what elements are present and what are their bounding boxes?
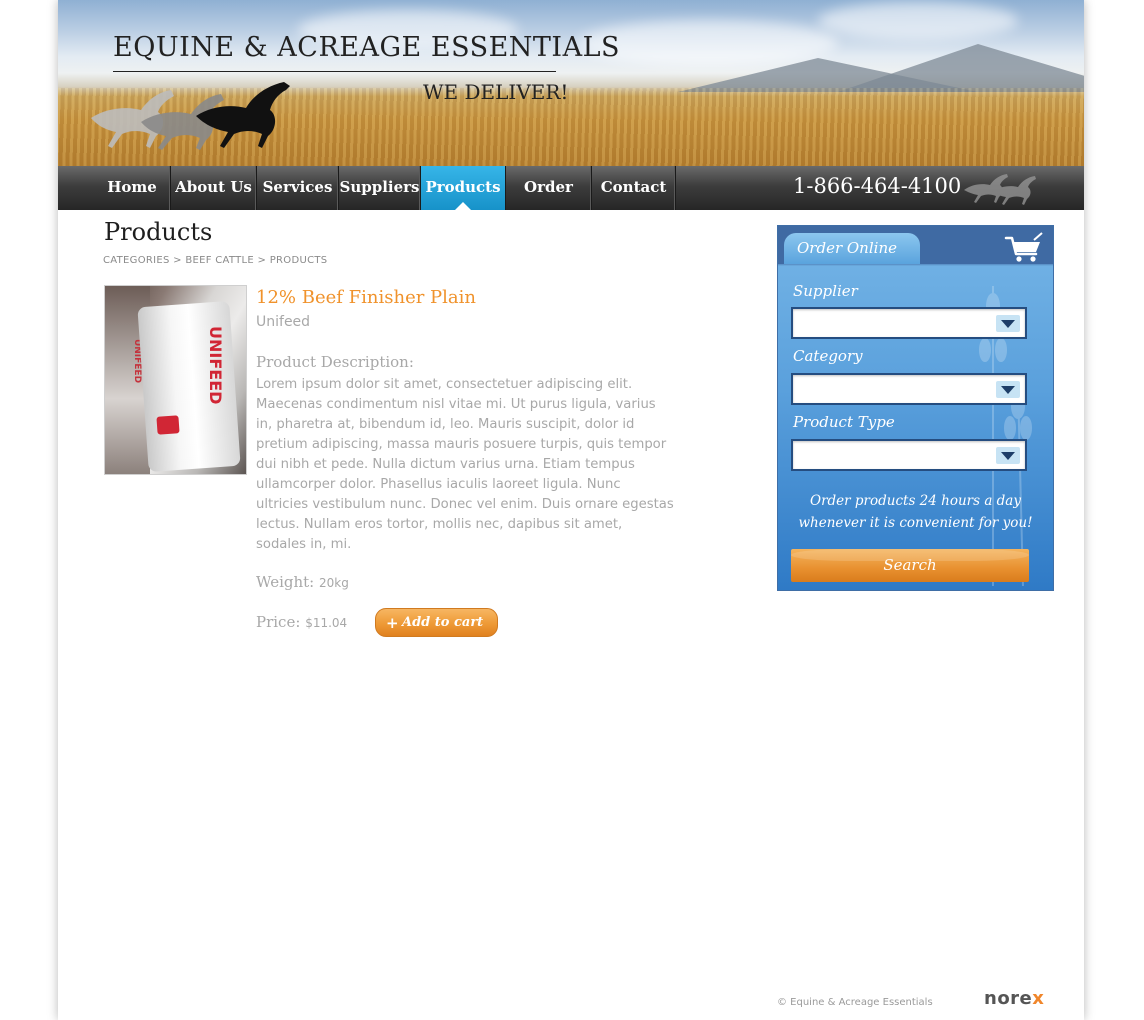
- dropdown-arrow-icon: [996, 381, 1020, 398]
- price-row: Price: $11.04: [256, 613, 347, 631]
- search-button[interactable]: Search: [791, 549, 1029, 582]
- copyright-text: © Equine & Acreage Essentials: [777, 997, 933, 1008]
- add-to-cart-button[interactable]: + Add to cart: [375, 608, 498, 637]
- norex-credit-logo[interactable]: norex: [984, 988, 1044, 1009]
- dropdown-arrow-icon: [996, 315, 1020, 332]
- nav-contact[interactable]: Contact: [592, 166, 676, 210]
- nav-horses-icon: [964, 174, 1036, 205]
- breadcrumb-separator: >: [173, 255, 182, 266]
- product-name: 12% Beef Finisher Plain: [256, 287, 476, 308]
- breadcrumb-separator: >: [257, 255, 267, 266]
- site-title: EQUINE & ACREAGE ESSENTIALS: [113, 32, 621, 63]
- weight-row: Weight: 20kg: [256, 573, 349, 591]
- credit-x: x: [1032, 988, 1045, 1009]
- plus-icon: +: [386, 614, 399, 632]
- product-brand: Unifeed: [256, 314, 311, 330]
- product-type-select[interactable]: [791, 439, 1027, 471]
- logo-divider: [113, 71, 556, 72]
- nav-suppliers[interactable]: Suppliers: [339, 166, 421, 210]
- nav-about-us[interactable]: About Us: [171, 166, 257, 210]
- page-title: Products: [104, 218, 213, 246]
- dropdown-arrow-icon: [996, 447, 1020, 464]
- site-tagline: WE DELIVER!: [423, 80, 569, 104]
- breadcrumb-products: PRODUCTS: [269, 255, 328, 266]
- description-label: Product Description:: [256, 353, 414, 371]
- nav-home[interactable]: Home: [94, 166, 171, 210]
- breadcrumb-categories[interactable]: CATEGORIES: [103, 255, 170, 266]
- bag-brand-text: UNIFEED: [206, 326, 225, 405]
- category-label: Category: [793, 347, 863, 365]
- supplier-select[interactable]: [791, 307, 1027, 339]
- category-select[interactable]: [791, 373, 1027, 405]
- price-label: Price:: [256, 613, 301, 631]
- nav-services[interactable]: Services: [257, 166, 339, 210]
- running-horses-logo-icon: [91, 82, 290, 150]
- order-panel-title: Order Online: [797, 239, 897, 257]
- product-type-label: Product Type: [793, 413, 895, 431]
- weight-value: 20kg: [319, 576, 349, 590]
- shopping-cart-icon[interactable]: [1004, 232, 1044, 264]
- nav-order[interactable]: Order: [506, 166, 592, 210]
- price-value: $11.04: [305, 616, 348, 630]
- weight-label: Weight:: [256, 573, 315, 591]
- product-image: UNIFEED UNIFEED: [104, 285, 247, 475]
- phone-number: 1-866-464-4100: [793, 174, 962, 198]
- order-note: Order products 24 hours a day whenever i…: [798, 493, 1033, 531]
- product-description: Lorem ipsum dolor sit amet, consectetuer…: [256, 377, 674, 552]
- credit-text: nore: [984, 988, 1033, 1009]
- order-online-panel: Order Online Supplier Category Product T…: [777, 225, 1054, 591]
- supplier-label: Supplier: [793, 282, 858, 300]
- breadcrumb: CATEGORIES > BEEF CATTLE > PRODUCTS: [103, 255, 327, 266]
- add-to-cart-label: Add to cart: [402, 615, 484, 630]
- header-banner: EQUINE & ACREAGE ESSENTIALS WE DELIVER!: [58, 0, 1084, 166]
- breadcrumb-beef-cattle[interactable]: BEEF CATTLE: [185, 255, 254, 266]
- page-container: EQUINE & ACREAGE ESSENTIALS WE DELIVER! …: [58, 0, 1084, 1020]
- nav-products[interactable]: Products: [421, 166, 506, 210]
- unifeed-logo-icon: [156, 415, 180, 435]
